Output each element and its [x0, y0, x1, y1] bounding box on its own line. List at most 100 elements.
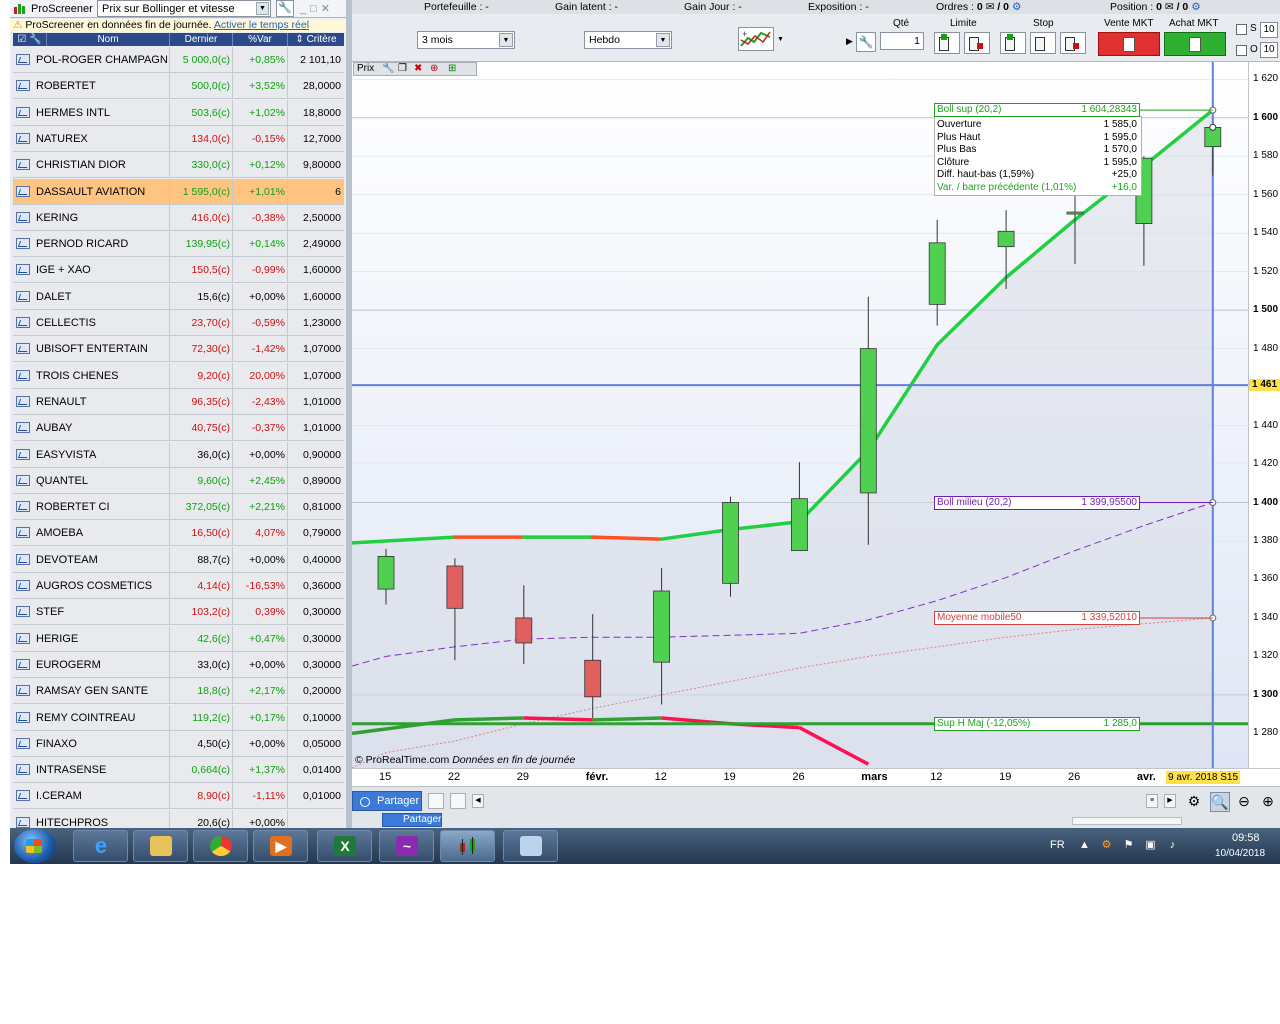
window-controls[interactable]: _□✕	[300, 2, 334, 15]
settings-icon[interactable]: ⚙	[1184, 792, 1204, 812]
chart-link-icon[interactable]	[16, 685, 30, 697]
wrench-icon[interactable]: 🔧	[382, 63, 394, 74]
chart-link-icon[interactable]	[16, 132, 30, 144]
table-row[interactable]: HERIGE 42,6(c) +0,47% 0,30000	[13, 625, 344, 652]
table-row[interactable]: ROBERTET CI 372,05(c) +2,21% 0,81000	[13, 494, 344, 521]
buy-market-button[interactable]	[1164, 32, 1226, 56]
column-header-criteria[interactable]: ⇕ Critère	[288, 33, 344, 46]
chart-link-icon[interactable]	[16, 448, 30, 460]
chart-link-icon[interactable]	[16, 527, 30, 539]
limit-buy-icon[interactable]	[934, 32, 960, 54]
chart-link-icon[interactable]	[16, 159, 30, 171]
table-row[interactable]: CELLECTIS 23,70(c) -0,59% 1,23000	[13, 310, 344, 336]
table-row[interactable]: REMY COINTREAU 119,2(c) +0,17% 0,10000	[13, 704, 344, 731]
start-button[interactable]	[14, 829, 56, 863]
table-row[interactable]: RAMSAY GEN SANTE 18,8(c) +2,17% 0,20000	[13, 678, 344, 705]
close-icon[interactable]: ✖	[414, 63, 422, 74]
show-hidden-icons-icon[interactable]: ▲	[1078, 839, 1091, 852]
table-row[interactable]: EASYVISTA 36,0(c) +0,00% 0,90000	[13, 441, 344, 468]
column-header-var[interactable]: %Var	[233, 33, 288, 46]
chart-link-icon[interactable]	[16, 474, 30, 486]
chart-link-icon[interactable]	[16, 658, 30, 670]
price-chart[interactable]: Prix 🔧 ❐ ✖ ⊕ ⊞ Ouverture 1 585,0 Plus Haut…	[352, 62, 1280, 786]
stop-sell-icon[interactable]	[1060, 32, 1086, 54]
order-settings-icon[interactable]: 🔧	[856, 32, 876, 52]
zoom-select-icon[interactable]: 🔍	[1210, 792, 1230, 812]
date-axis[interactable]: 9 avr. 2018 S15 15 22 29 févr. 12 19 26 mars 12 1…	[352, 768, 1280, 786]
taskbar-window[interactable]	[503, 830, 558, 862]
screen-select[interactable]: Prix sur Bollinger et vitesse ▼	[97, 0, 271, 17]
chart-link-icon[interactable]	[16, 501, 30, 513]
chart-link-icon[interactable]	[16, 632, 30, 644]
window-icon[interactable]: ❐	[398, 63, 407, 74]
add-indicator-icon[interactable]: ⊕	[430, 63, 438, 74]
chart-link-icon[interactable]	[16, 606, 30, 618]
table-row[interactable]: AMOEBA 16,50(c) 4,07% 0,79000	[13, 520, 344, 547]
clock-time[interactable]: 09:58	[1232, 832, 1260, 844]
table-row[interactable]: TROIS CHENES 9,20(c) 20,00% 1,07000	[13, 362, 344, 389]
chart-link-icon[interactable]	[16, 264, 30, 276]
price-axis[interactable]: 1 461 1 620 1 600 1 580 1 560 1 540 1 520 1 50…	[1248, 62, 1280, 768]
column-settings-icon[interactable]: ☑ 🔧	[13, 33, 47, 46]
activate-realtime-link[interactable]: Activer le temps réel	[214, 19, 309, 31]
table-row[interactable]: FINAXO 4,50(c) +0,00% 0,05000	[13, 730, 344, 757]
interval-select[interactable]: Hebdo ▼	[584, 31, 672, 49]
chart-link-icon[interactable]	[16, 737, 30, 749]
taskbar-chrome[interactable]	[193, 830, 248, 862]
table-row[interactable]: DEVOTEAM 88,7(c) +0,00% 0,40000	[13, 546, 344, 573]
share-button[interactable]: Partager	[352, 791, 422, 811]
taskbar-media[interactable]: ▶	[253, 830, 308, 862]
new-window-icon[interactable]: ⊞	[448, 63, 456, 74]
scroll-right-icon[interactable]: ▶	[1164, 794, 1176, 808]
chart-link-icon[interactable]	[16, 369, 30, 381]
table-row[interactable]: KERING 416,0(c) -0,38% 2,50000	[13, 204, 344, 231]
table-row[interactable]: DALET 15,6(c) +0,00% 1,60000	[13, 283, 344, 310]
table-row[interactable]: ROBERTET 500,0(c) +3,52% 28,0000	[13, 73, 344, 100]
table-row[interactable]: POL-ROGER CHAMPAGN 5 000,0(c) +0,85% 2 101,…	[13, 47, 344, 73]
ordres-link-icon[interactable]: ⚙	[1012, 1, 1021, 13]
chart-link-icon[interactable]	[16, 211, 30, 223]
collapse-arrow-icon[interactable]: ▶	[846, 36, 853, 47]
chart-link-icon[interactable]	[16, 343, 30, 355]
chevron-down-icon[interactable]: ▼	[777, 36, 784, 43]
chart-link-icon[interactable]	[16, 290, 30, 302]
o-percent-input[interactable]: 10	[1260, 42, 1278, 58]
chart-link-icon[interactable]	[16, 54, 30, 65]
chart-link-icon[interactable]	[16, 238, 30, 250]
drawing-tools-icon[interactable]	[428, 793, 444, 809]
chart-link-icon[interactable]	[16, 422, 30, 434]
table-row[interactable]: PERNOD RICARD 139,95(c) +0,14% 2,49000	[13, 231, 344, 258]
language-indicator[interactable]: FR	[1050, 839, 1065, 851]
table-row[interactable]: RENAULT 96,35(c) -2,43% 1,01000	[13, 388, 344, 415]
column-header-price[interactable]: Dernier	[170, 33, 233, 46]
table-row[interactable]: EUROGERM 33,0(c) +0,00% 0,30000	[13, 651, 344, 678]
chart-tab-label[interactable]: Prix	[357, 63, 374, 74]
page-list-icon[interactable]: ≡	[1146, 794, 1158, 808]
horizontal-scrollbar[interactable]	[1072, 817, 1182, 825]
column-header-name[interactable]: Nom	[47, 33, 170, 46]
stop-buy-icon[interactable]	[1000, 32, 1026, 54]
flag-icon[interactable]: ⚑	[1122, 839, 1135, 852]
chart-link-icon[interactable]	[16, 711, 30, 723]
s-checkbox[interactable]	[1236, 24, 1247, 35]
security-icon[interactable]: ⚙	[1100, 839, 1113, 852]
taskbar-app-purple[interactable]: ~	[379, 830, 434, 862]
stop-edit-icon[interactable]	[1030, 32, 1056, 54]
o-checkbox[interactable]	[1236, 45, 1247, 56]
taskbar-excel[interactable]: X	[317, 830, 372, 862]
chart-link-icon[interactable]	[16, 80, 30, 92]
table-row[interactable]: AUGROS COSMETICS 4,14(c) -16,53% 0,36000	[13, 573, 344, 599]
quantity-input[interactable]: 1	[880, 32, 924, 50]
chart-link-icon[interactable]	[16, 185, 30, 197]
volume-icon[interactable]: ♪	[1166, 839, 1179, 852]
table-row[interactable]: DASSAULT AVIATION 1 595,0(c) +1,01% 6	[13, 178, 344, 205]
taskbar-prorealtime[interactable]	[440, 830, 495, 862]
position-link-icon[interactable]: ⚙	[1191, 1, 1200, 13]
share-button-secondary[interactable]: Partager	[382, 813, 442, 827]
table-row[interactable]: HERMES INTL 503,6(c) +1,02% 18,8000	[13, 99, 344, 126]
clock-date[interactable]: 10/04/2018	[1215, 848, 1265, 859]
chart-link-icon[interactable]	[16, 553, 30, 565]
s-percent-input[interactable]: 10	[1260, 22, 1278, 38]
zoom-in-icon[interactable]: ⊕	[1258, 792, 1278, 812]
chart-link-icon[interactable]	[16, 317, 30, 328]
